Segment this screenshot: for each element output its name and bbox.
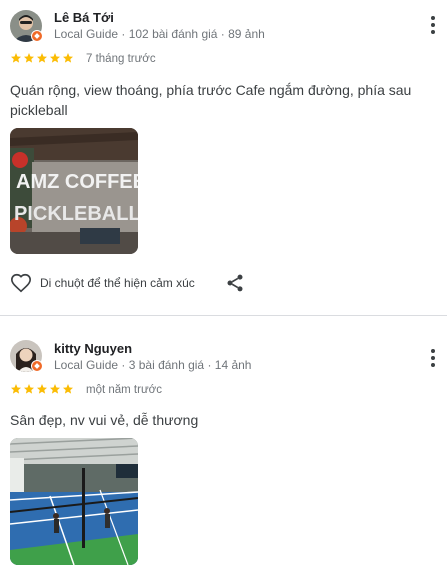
local-guide-badge-icon (31, 30, 43, 42)
more-vert-icon[interactable] (429, 16, 437, 34)
reviewer-name[interactable]: kitty Nguyen (54, 341, 132, 356)
star-icon (37, 53, 47, 63)
photo-sign-line-2: PICKLEBALL (14, 203, 138, 225)
star-icon (24, 53, 34, 63)
star-icon (50, 384, 60, 394)
reviewer-meta: Local Guide · 102 bài đánh giá · 89 ảnh (54, 27, 265, 41)
star-icon (24, 384, 34, 394)
review-actions: Di chuột để thể hiện cảm xúc (10, 272, 250, 294)
heart-outline-icon[interactable] (10, 272, 32, 294)
review-photo[interactable]: AMZ COFFEE PICKLEBALL (10, 128, 138, 254)
review-date: một năm trước (86, 384, 162, 396)
share-icon[interactable] (225, 273, 245, 293)
photo-sign-line-1: AMZ COFFEE (16, 171, 138, 193)
star-icon (63, 384, 73, 394)
star-icon (37, 384, 47, 394)
divider (0, 315, 447, 316)
star-icon (11, 53, 21, 63)
local-guide-badge-icon (31, 360, 43, 372)
reviewer-name[interactable]: Lê Bá Tới (54, 10, 114, 25)
star-rating (10, 383, 74, 395)
react-label[interactable]: Di chuột để thể hiện cảm xúc (40, 276, 195, 290)
star-icon (11, 384, 21, 394)
review-text: Quán rộng, view thoáng, phía trước Cafe … (10, 82, 412, 118)
review-date: 7 tháng trước (86, 53, 156, 65)
star-rating (10, 52, 74, 64)
reviewer-meta: Local Guide · 3 bài đánh giá · 14 ảnh (54, 358, 252, 372)
more-vert-icon[interactable] (429, 349, 437, 367)
star-icon (50, 53, 60, 63)
review-photo[interactable] (10, 438, 138, 565)
star-icon (63, 53, 73, 63)
review-text: Sân đẹp, nv vui vẻ, dễ thương (10, 412, 199, 428)
